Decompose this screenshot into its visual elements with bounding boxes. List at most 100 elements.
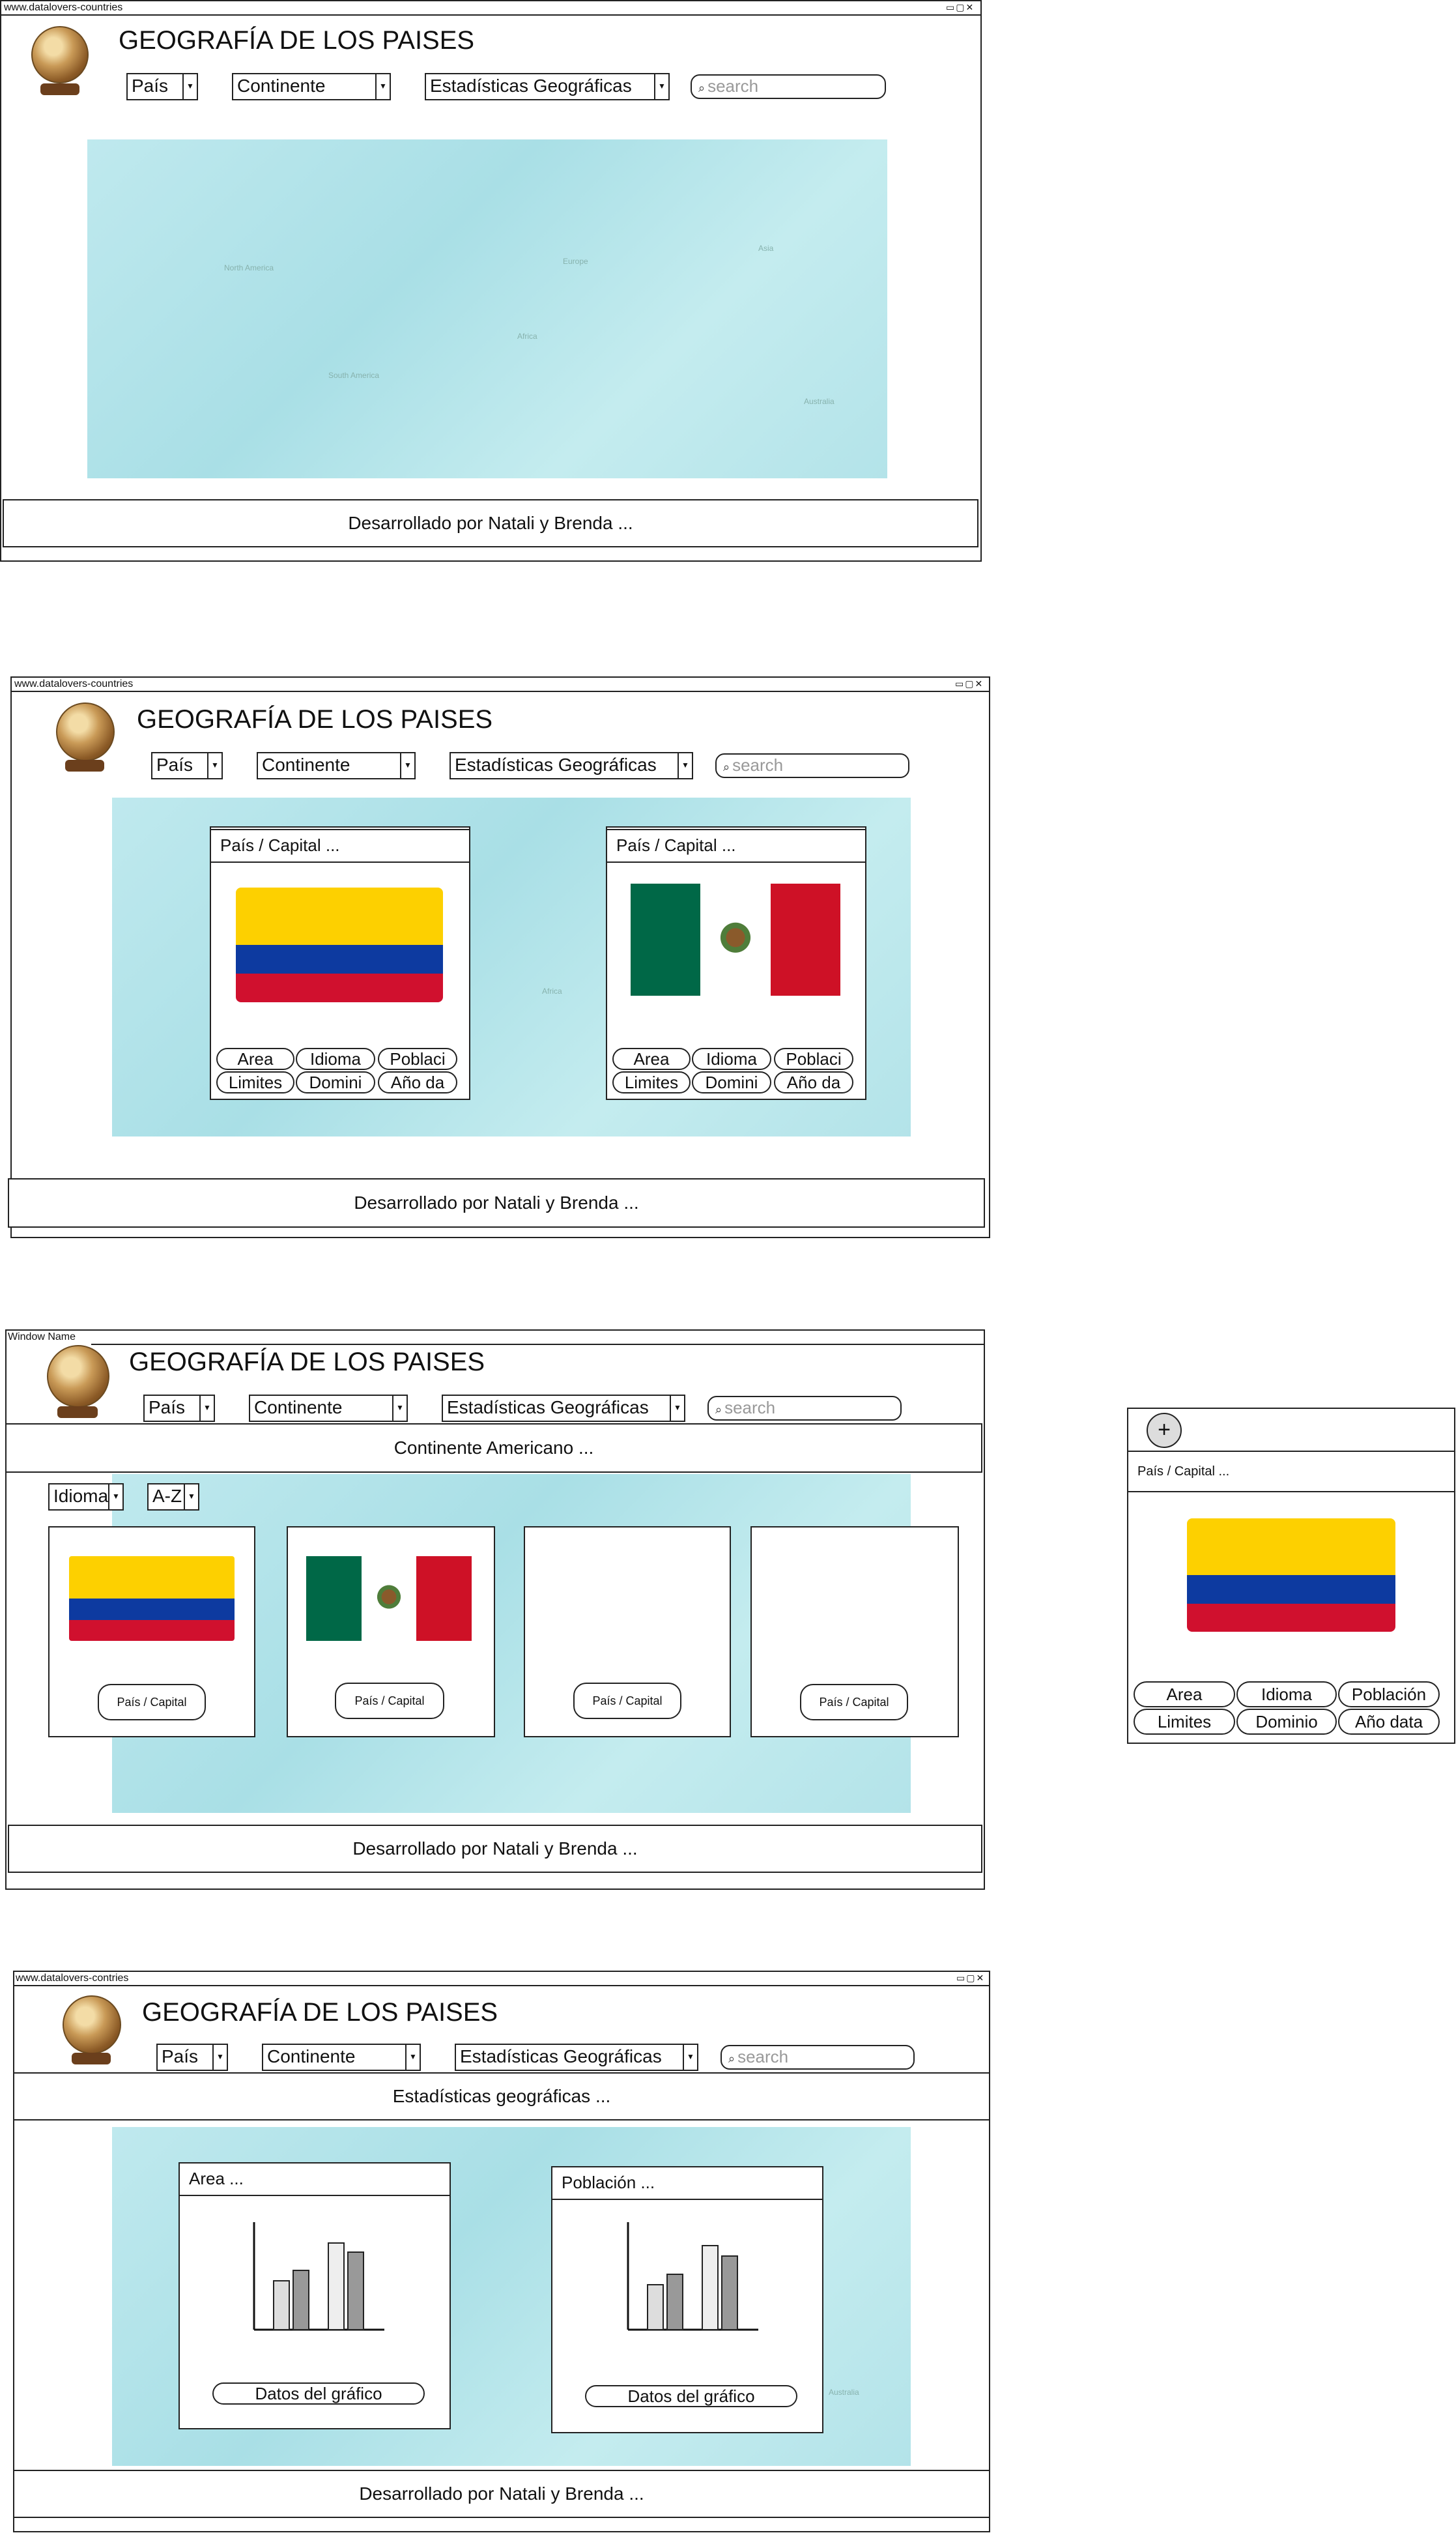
chevron-down-icon: ▼ (199, 1396, 214, 1421)
page-title: GEOGRAFÍA DE LOS PAISES (129, 1348, 485, 1376)
country-dropdown[interactable]: País ▼ (156, 2044, 228, 2071)
window-titlebar-divider (13, 1985, 990, 1986)
chart-data-button[interactable]: Datos del gráfico (585, 2385, 797, 2407)
window-controls[interactable]: ▭▢✕ (946, 1, 975, 13)
world-map[interactable]: North America Europe Asia Africa South A… (87, 139, 887, 478)
country-card-button[interactable]: País / Capital (573, 1683, 681, 1719)
pill-domain[interactable]: Dominio (1236, 1709, 1337, 1735)
search-icon: ⌕ (715, 1403, 722, 1416)
pill-population[interactable]: Población (1338, 1681, 1440, 1707)
window-titlebar-divider (91, 1344, 985, 1345)
country-dropdown[interactable]: País ▼ (151, 752, 223, 779)
map-label: North America (224, 263, 274, 272)
country-card-button[interactable]: País / Capital (98, 1684, 206, 1720)
bar-chart-icon (627, 2222, 758, 2331)
window-controls[interactable]: ▭▢✕ (956, 1972, 985, 1984)
mexico-flag (306, 1556, 472, 1641)
footer: Desarrollado por Natali y Brenda ... (8, 1825, 982, 1873)
search-icon: ⌕ (698, 81, 706, 94)
stats-dropdown[interactable]: Estadísticas Geográficas ▼ (455, 2044, 698, 2071)
pill-language[interactable]: Idioma (296, 1048, 375, 1070)
pill-language[interactable]: Idioma (1236, 1681, 1337, 1707)
search-input[interactable]: ⌕ search (691, 74, 886, 99)
pill-area[interactable]: Area (612, 1048, 691, 1070)
map-label: Europe (563, 257, 588, 266)
map-label: Africa (542, 987, 562, 996)
sort-dropdown[interactable]: A-Z ▼ (147, 1483, 199, 1511)
search-input[interactable]: ⌕ search (715, 753, 909, 778)
globe-logo (47, 1345, 109, 1408)
section-header: Estadísticas geográficas ... (13, 2072, 990, 2120)
globe-stand (72, 2053, 111, 2064)
continent-dropdown[interactable]: Continente ▼ (232, 73, 391, 100)
page-title: GEOGRAFÍA DE LOS PAISES (119, 26, 475, 55)
bar-chart-icon (253, 2222, 384, 2331)
card-title: País / Capital ... (1127, 1451, 1455, 1492)
window-controls[interactable]: ▭▢✕ (955, 678, 984, 689)
pill-year[interactable]: Año data (1338, 1709, 1440, 1735)
globe-stand (57, 1406, 98, 1418)
chevron-down-icon: ▼ (678, 753, 692, 778)
stats-dropdown[interactable]: Estadísticas Geográficas ▼ (425, 73, 670, 100)
map-label: South America (328, 371, 380, 380)
chevron-down-icon: ▼ (392, 1396, 407, 1421)
pill-area[interactable]: Area (1134, 1681, 1235, 1707)
window-url: Window Name (8, 1331, 76, 1342)
continent-dropdown[interactable]: Continente ▼ (257, 752, 416, 779)
pill-population[interactable]: Poblaci (774, 1048, 853, 1070)
pill-domain[interactable]: Domini (296, 1071, 375, 1093)
window-titlebar-divider (10, 691, 990, 692)
stats-dropdown[interactable]: Estadísticas Geográficas ▼ (442, 1395, 685, 1422)
chevron-down-icon: ▼ (375, 74, 390, 99)
eagle-emblem-icon (372, 1582, 406, 1615)
card-title: País / Capital ... (210, 829, 470, 863)
map-label: Australia (829, 2388, 859, 2397)
stats-dropdown[interactable]: Estadísticas Geográficas ▼ (450, 752, 693, 779)
language-filter-dropdown[interactable]: Idioma ▼ (48, 1483, 124, 1511)
pill-limits[interactable]: Limites (216, 1071, 294, 1093)
search-icon: ⌕ (728, 2052, 735, 2065)
window-url: www.datalovers-countries (4, 2, 123, 13)
footer: Desarrollado por Natali y Brenda ... (3, 499, 978, 547)
chart-data-button[interactable]: Datos del gráfico (212, 2382, 425, 2405)
pill-domain[interactable]: Domini (692, 1071, 771, 1093)
continent-dropdown[interactable]: Continente ▼ (262, 2044, 421, 2071)
chevron-down-icon: ▼ (400, 753, 414, 778)
country-dropdown[interactable]: País ▼ (126, 73, 198, 100)
search-input[interactable]: ⌕ search (721, 2045, 915, 2070)
add-button[interactable]: + (1147, 1413, 1182, 1448)
pill-year[interactable]: Año da (378, 1071, 457, 1093)
chart-panel-title: Area ... (178, 2162, 451, 2196)
country-card-button[interactable]: País / Capital (335, 1683, 444, 1719)
chart-panel-title: Población ... (551, 2166, 823, 2200)
chevron-down-icon: ▼ (182, 74, 197, 99)
globe-logo (31, 26, 89, 83)
pill-area[interactable]: Area (216, 1048, 294, 1070)
country-card-button[interactable]: País / Capital (800, 1684, 908, 1720)
mexico-flag (631, 884, 840, 996)
country-dropdown[interactable]: País ▼ (143, 1395, 215, 1422)
chevron-down-icon: ▼ (683, 2045, 697, 2070)
chevron-down-icon: ▼ (108, 1484, 122, 1509)
map-label: Australia (804, 397, 835, 406)
pill-limits[interactable]: Limites (612, 1071, 691, 1093)
globe-logo (56, 702, 115, 761)
globe-stand (40, 83, 79, 95)
globe-logo (63, 1995, 121, 2054)
chevron-down-icon: ▼ (184, 1484, 198, 1509)
search-input[interactable]: ⌕ search (707, 1396, 902, 1421)
search-icon: ⌕ (723, 760, 730, 774)
window-titlebar-divider (0, 14, 982, 16)
colombia-flag (1187, 1518, 1395, 1632)
pill-language[interactable]: Idioma (692, 1048, 771, 1070)
pill-population[interactable]: Poblaci (378, 1048, 457, 1070)
plus-icon: + (1158, 1417, 1171, 1442)
page-title: GEOGRAFÍA DE LOS PAISES (142, 1998, 498, 2027)
chevron-down-icon: ▼ (405, 2045, 420, 2070)
pill-limits[interactable]: Limites (1134, 1709, 1235, 1735)
pill-year[interactable]: Año da (774, 1071, 853, 1093)
card-title: País / Capital ... (606, 829, 866, 863)
continent-dropdown[interactable]: Continente ▼ (249, 1395, 408, 1422)
footer: Desarrollado por Natali y Brenda ... (8, 1178, 985, 1228)
page-title: GEOGRAFÍA DE LOS PAISES (137, 705, 493, 734)
